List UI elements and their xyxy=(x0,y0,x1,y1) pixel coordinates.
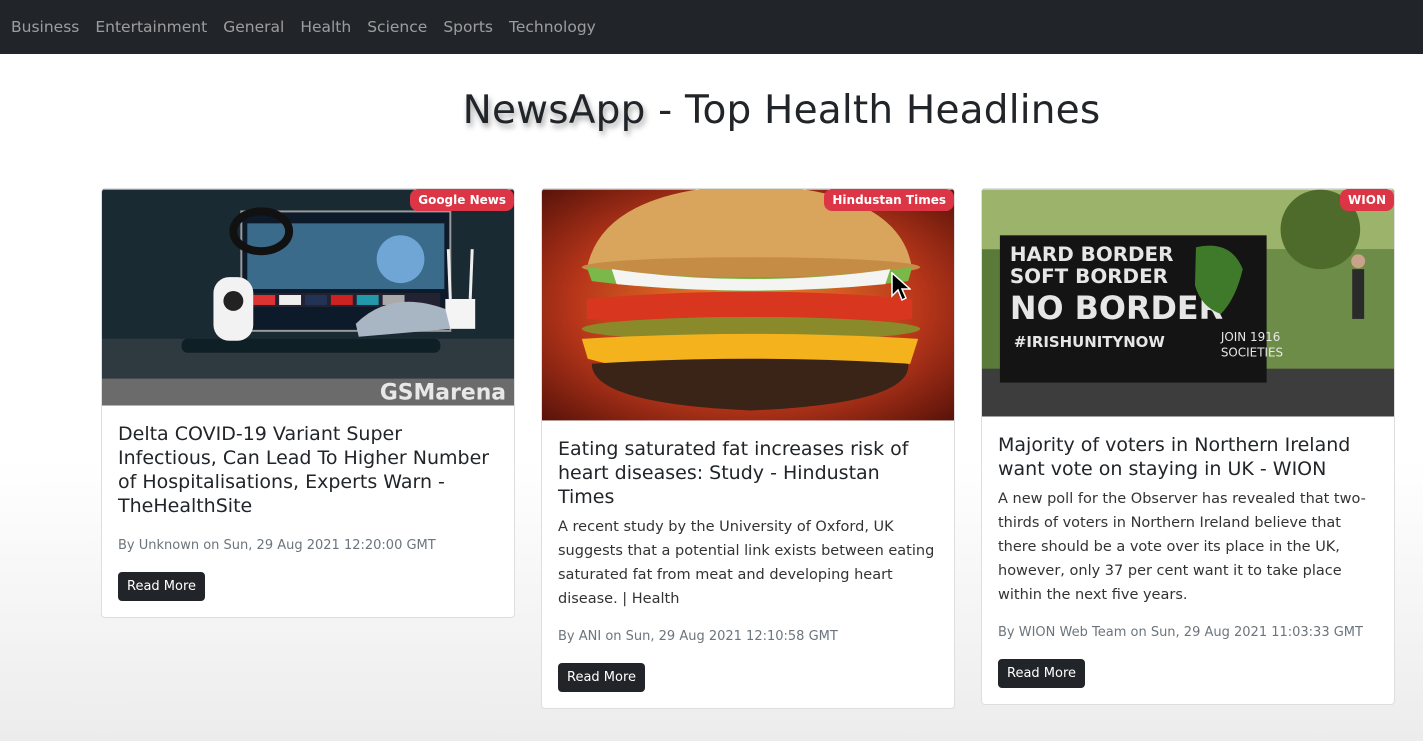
card-description: A recent study by the University of Oxfo… xyxy=(558,519,935,607)
news-card: Google News GSMarena Delta COVID-19 Vari… xyxy=(101,188,515,618)
sign-line-4: #IRISHUNITYNOW xyxy=(1014,333,1165,351)
card-title: Eating saturated fat increases risk of h… xyxy=(558,438,909,508)
source-badge: WION xyxy=(1340,189,1394,211)
card-body: Delta COVID-19 Variant Super Infectious,… xyxy=(102,406,514,617)
read-more-button[interactable]: Read More xyxy=(998,659,1086,688)
read-more-button[interactable]: Read More xyxy=(118,572,206,601)
card-meta: By WION Web Team on Sun, 29 Aug 2021 11:… xyxy=(998,625,1363,640)
navbar: Business Entertainment General Health Sc… xyxy=(0,0,1423,54)
card-body: Majority of voters in Northern Ireland w… xyxy=(982,417,1394,704)
page-title: NewsApp - Top Health Headlines xyxy=(0,88,1423,133)
news-image[interactable]: GSMarena xyxy=(102,189,514,406)
news-image[interactable]: HARD BORDER SOFT BORDER NO BORDER #IRISH… xyxy=(982,189,1394,417)
card-meta: By Unknown on Sun, 29 Aug 2021 12:20:00 … xyxy=(118,538,436,553)
page-title-rest: - Top Health Headlines xyxy=(645,88,1101,133)
card-title: Delta COVID-19 Variant Super Infectious,… xyxy=(118,423,490,517)
nav-link-technology[interactable]: Technology xyxy=(501,18,604,36)
source-badge: Hindustan Times xyxy=(824,189,954,211)
nav-list: Business Entertainment General Health Sc… xyxy=(0,0,604,54)
card-description: A new poll for the Observer has revealed… xyxy=(998,491,1366,603)
card-body: Eating saturated fat increases risk of h… xyxy=(542,421,954,708)
sign-line-6: SOCIETIES xyxy=(1221,346,1283,360)
sign-line-5: JOIN 1916 xyxy=(1220,330,1281,344)
mouse-cursor-icon xyxy=(891,272,911,302)
nav-link-health[interactable]: Health xyxy=(292,18,359,36)
page-title-brand: NewsApp xyxy=(462,88,646,133)
sign-line-3: NO BORDER xyxy=(1010,289,1223,327)
nav-link-science[interactable]: Science xyxy=(359,18,435,36)
nav-link-general[interactable]: General xyxy=(215,18,292,36)
news-card: WION HARD BORDER SOFT BORDER NO BORDER #… xyxy=(981,188,1395,705)
nav-link-sports[interactable]: Sports xyxy=(435,18,501,36)
image-watermark: GSMarena xyxy=(380,381,506,406)
news-image[interactable] xyxy=(542,189,954,421)
card-title: Majority of voters in Northern Ireland w… xyxy=(998,434,1351,480)
card-meta: By ANI on Sun, 29 Aug 2021 12:10:58 GMT xyxy=(558,629,838,644)
nav-link-business[interactable]: Business xyxy=(3,18,87,36)
news-card: Hindustan Times Eating saturated fat inc… xyxy=(541,188,955,709)
source-badge: Google News xyxy=(410,189,514,211)
nav-link-entertainment[interactable]: Entertainment xyxy=(87,18,215,36)
sign-line-2: SOFT BORDER xyxy=(1010,265,1168,288)
sign-line-1: HARD BORDER xyxy=(1010,243,1174,266)
read-more-button[interactable]: Read More xyxy=(558,663,646,692)
